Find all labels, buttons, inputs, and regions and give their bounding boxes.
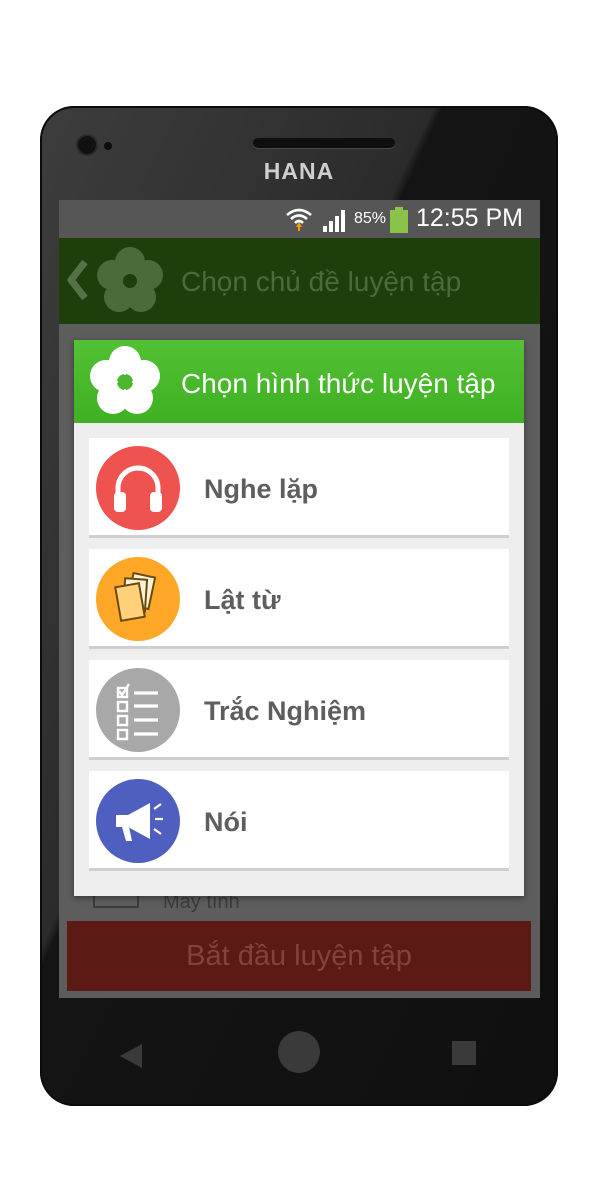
option-label: Nói <box>204 807 248 837</box>
sensor-dot <box>104 142 112 150</box>
option-icon-circle <box>96 779 180 863</box>
option-label: Nghe lặp <box>204 474 319 504</box>
earpiece-speaker <box>253 138 395 148</box>
signal-icon <box>323 210 345 232</box>
wifi-icon <box>286 208 312 231</box>
megaphone-icon <box>116 803 163 841</box>
option-noi[interactable]: Nói <box>89 771 509 871</box>
nav-home-button[interactable] <box>278 1031 320 1073</box>
device-brand: HANA <box>263 158 335 184</box>
battery-icon <box>390 207 408 233</box>
start-practice-label: Bắt đầu luyện tập <box>186 940 412 972</box>
dialog-header: Chọn hình thức luyện tập <box>74 340 524 423</box>
option-label: Lật từ <box>204 585 281 615</box>
phone-frame: HANA 85% 12:55 PM Chọn chủ đề luyện tập … <box>40 106 558 1106</box>
screen: 85% 12:55 PM Chọn chủ đề luyện tập Máy t… <box>59 200 540 998</box>
nav-back-icon[interactable] <box>120 1044 142 1068</box>
battery-percent: 85% <box>354 210 387 227</box>
option-lat-tu[interactable]: Lật từ <box>89 549 509 649</box>
option-icon-circle <box>96 668 180 752</box>
app-bar-title: Chọn chủ đề luyện tập <box>181 266 462 297</box>
nav-recent-apps-button[interactable] <box>452 1041 476 1065</box>
option-icon-circle <box>96 446 180 530</box>
flashcards-icon <box>114 571 157 622</box>
option-trac-nghiem[interactable]: Trắc Nghiệm <box>89 660 509 760</box>
flower-logo-icon <box>90 346 160 414</box>
practice-mode-dialog: Chọn hình thức luyện tập Nghe lặp Lật từ… <box>74 340 524 896</box>
app-bar: Chọn chủ đề luyện tập <box>59 238 540 324</box>
checklist-icon <box>116 683 158 741</box>
option-label: Trắc Nghiệm <box>204 696 367 726</box>
flower-logo-icon <box>97 247 163 312</box>
dialog-title: Chọn hình thức luyện tập <box>181 368 496 399</box>
front-camera <box>78 136 96 154</box>
start-practice-button: Bắt đầu luyện tập <box>67 921 531 991</box>
status-time: 12:55 PM <box>416 204 524 232</box>
headphones-icon <box>114 465 162 512</box>
option-icon-circle <box>96 557 180 641</box>
option-nghe-lap[interactable]: Nghe lặp <box>89 438 509 538</box>
chevron-left-icon[interactable] <box>65 258 91 302</box>
status-bar: 85% 12:55 PM <box>59 200 540 238</box>
